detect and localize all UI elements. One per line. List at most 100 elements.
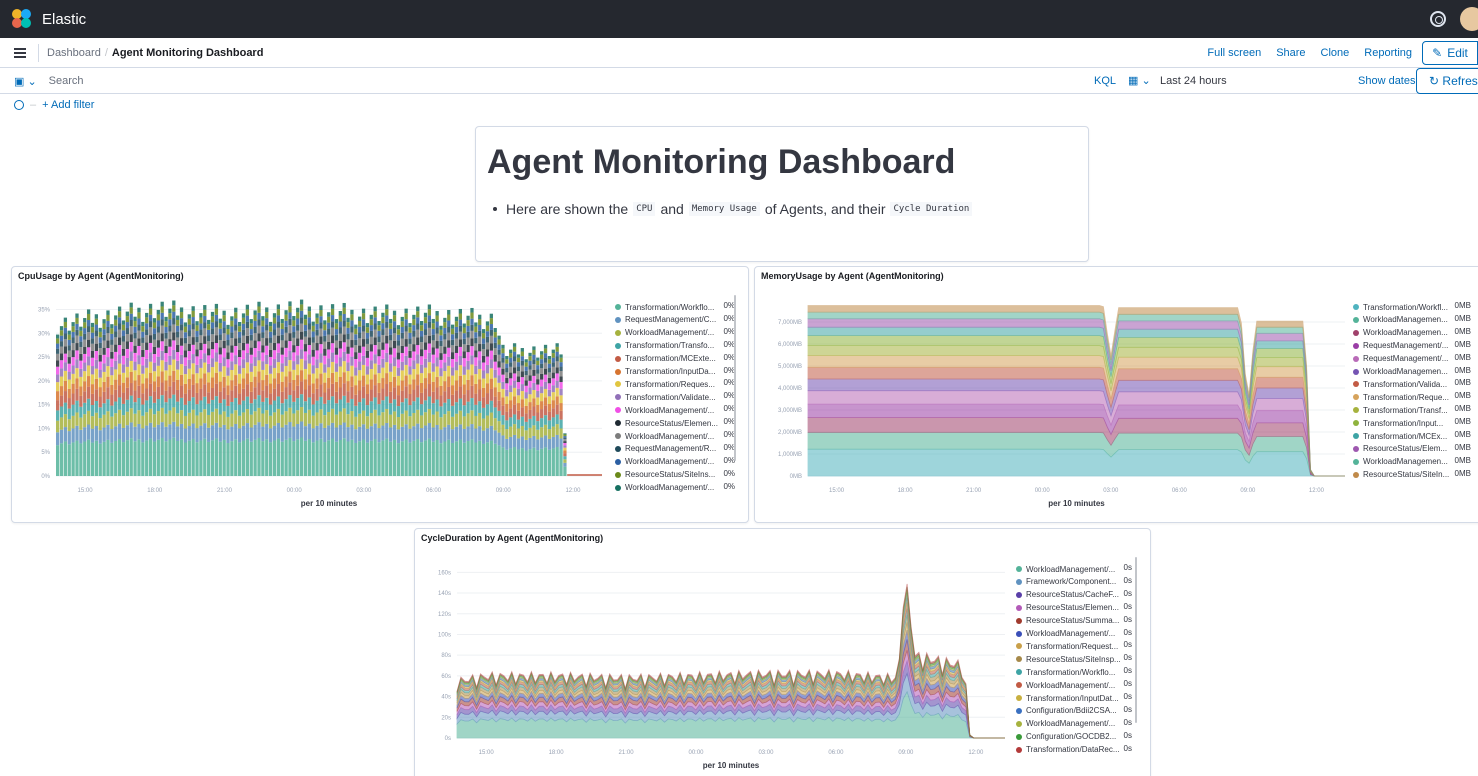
bar-segment bbox=[555, 361, 559, 368]
legend-item[interactable]: WorkloadManagemen... 0MB bbox=[1353, 314, 1471, 326]
legend-item[interactable]: Configuration/GOCDB2... 0s bbox=[1016, 731, 1132, 743]
bar-segment bbox=[354, 359, 358, 368]
legend-item[interactable]: ResourceStatus/CacheF... 0s bbox=[1016, 589, 1132, 601]
legend-item[interactable]: Transformation/Input... 0MB bbox=[1353, 417, 1471, 429]
legend-item[interactable]: WorkloadManagement/... 0s bbox=[1016, 628, 1132, 640]
legend-item[interactable]: Transformation/InputDat... 0s bbox=[1016, 692, 1132, 704]
legend-item[interactable]: ResourceStatus/Elem... 0MB bbox=[1353, 443, 1471, 455]
bar-segment bbox=[218, 427, 222, 442]
legend-item[interactable]: RequestManagement/... 0MB bbox=[1353, 353, 1471, 365]
bar-segment bbox=[462, 374, 466, 385]
share-link[interactable]: Share bbox=[1276, 47, 1305, 59]
bar-segment bbox=[179, 338, 184, 346]
bar-segment bbox=[447, 439, 451, 476]
bar-segment bbox=[412, 325, 416, 331]
legend-item[interactable]: WorkloadManagement/... 0% bbox=[615, 404, 735, 416]
legend-item[interactable]: ResourceStatus/Elemen... 0s bbox=[1016, 602, 1132, 614]
legend-item[interactable]: WorkloadManagement/... 0s bbox=[1016, 718, 1132, 730]
kql-toggle[interactable]: KQL bbox=[1094, 75, 1116, 87]
bar-segment bbox=[125, 387, 129, 400]
legend-item[interactable]: WorkloadManagemen... 0MB bbox=[1353, 327, 1471, 339]
legend-item[interactable]: Transformation/Transf... 0MB bbox=[1353, 404, 1471, 416]
app-title[interactable]: Elastic bbox=[42, 11, 86, 28]
legend-item[interactable]: Transformation/MCEx... 0MB bbox=[1353, 430, 1471, 442]
bar-segment bbox=[416, 311, 420, 318]
legend-label: Transformation/Reques... bbox=[625, 379, 715, 389]
bar-segment bbox=[98, 331, 102, 338]
legend-item[interactable]: RequestManagement/C... 0% bbox=[615, 314, 735, 326]
legend-scrollbar[interactable] bbox=[734, 295, 736, 461]
legend-item[interactable]: WorkloadManagement/... 0% bbox=[615, 456, 735, 468]
breadcrumb-dashboard[interactable]: Dashboard bbox=[47, 47, 101, 59]
add-filter-link[interactable]: + Add filter bbox=[42, 99, 94, 111]
panel-title: MemoryUsage by Agent (AgentMonitoring) bbox=[761, 271, 944, 281]
elastic-logo-icon[interactable] bbox=[12, 9, 32, 29]
y-tick-label: 15% bbox=[38, 403, 51, 409]
calendar-icon[interactable]: ▦ ⌄ bbox=[1128, 74, 1151, 87]
legend-item[interactable]: WorkloadManagemen... 0MB bbox=[1353, 456, 1471, 468]
bar-segment bbox=[528, 402, 532, 410]
reporting-link[interactable]: Reporting bbox=[1364, 47, 1412, 59]
legend-item[interactable]: Transformation/DataRec... 0s bbox=[1016, 744, 1132, 756]
legend-item[interactable]: WorkloadManagement/... 0s bbox=[1016, 679, 1132, 691]
legend-item[interactable]: ResourceStatus/SiteIns... 0% bbox=[615, 469, 735, 481]
bar-segment bbox=[160, 306, 164, 313]
bar-segment bbox=[327, 334, 331, 343]
menu-icon[interactable] bbox=[14, 47, 26, 58]
bar-segment bbox=[547, 356, 552, 360]
legend-scrollbar[interactable] bbox=[1135, 557, 1137, 723]
legend-item[interactable]: Transformation/InputDa... 0% bbox=[615, 366, 735, 378]
legend-item[interactable]: Transformation/Workflo... 0s bbox=[1016, 666, 1132, 678]
search-input[interactable]: Search bbox=[49, 75, 84, 87]
saved-query-icon[interactable]: ▣ ⌄ bbox=[14, 75, 37, 88]
bar-segment bbox=[272, 342, 277, 351]
bar-segment bbox=[164, 321, 168, 327]
x-tick-label: 09:00 bbox=[1240, 488, 1256, 494]
bar-segment bbox=[439, 325, 443, 330]
legend-item[interactable]: Transformation/Workflo... 0% bbox=[615, 301, 735, 313]
bar-segment bbox=[420, 383, 424, 393]
legend-swatch-icon bbox=[1353, 420, 1359, 427]
legend-item[interactable]: WorkloadManagement/... 0% bbox=[615, 327, 735, 339]
legend-item[interactable]: ResourceStatus/SiteIn... 0MB bbox=[1353, 469, 1471, 481]
full-screen-link[interactable]: Full screen bbox=[1207, 47, 1261, 59]
legend-item[interactable]: ResourceStatus/SiteInsp... 0s bbox=[1016, 653, 1132, 665]
clone-link[interactable]: Clone bbox=[1321, 47, 1350, 59]
show-dates-link[interactable]: Show dates bbox=[1358, 75, 1415, 87]
legend-item[interactable]: Transformation/Reque... 0MB bbox=[1353, 391, 1471, 403]
legend-item[interactable]: ResourceStatus/Elemen... 0% bbox=[615, 417, 735, 429]
bar-segment bbox=[257, 407, 261, 423]
legend-item[interactable]: Framework/Component... 0s bbox=[1016, 576, 1132, 588]
filter-options-icon[interactable] bbox=[14, 100, 24, 110]
legend-item[interactable]: WorkloadManagemen... 0MB bbox=[1353, 366, 1471, 378]
bar-segment bbox=[543, 353, 548, 358]
bar-segment bbox=[71, 415, 75, 429]
legend-item[interactable]: WorkloadManagement/... 0% bbox=[615, 430, 735, 442]
refresh-button[interactable]: ↻ Refresh bbox=[1416, 68, 1478, 94]
help-icon[interactable] bbox=[1430, 11, 1446, 27]
legend-item[interactable]: WorkloadManagement/... 0% bbox=[615, 482, 735, 494]
bar-segment bbox=[226, 405, 230, 417]
bar-segment bbox=[489, 425, 493, 441]
legend-item[interactable]: Configuration/Bdii2CSA... 0s bbox=[1016, 705, 1132, 717]
bar-segment bbox=[547, 404, 552, 412]
date-range[interactable]: Last 24 hours bbox=[1160, 75, 1227, 87]
legend-item[interactable]: WorkloadManagement/... 0s bbox=[1016, 563, 1132, 575]
bar-segment bbox=[253, 333, 257, 341]
legend-item[interactable]: Transformation/Transfo... 0% bbox=[615, 340, 735, 352]
legend-item[interactable]: Transformation/Validate... 0% bbox=[615, 391, 735, 403]
user-avatar[interactable] bbox=[1460, 7, 1478, 31]
edit-button[interactable]: ✎ Edit bbox=[1422, 41, 1478, 65]
legend-item[interactable]: RequestManagement/... 0MB bbox=[1353, 340, 1471, 352]
legend-item[interactable]: ResourceStatus/Summa... 0s bbox=[1016, 615, 1132, 627]
bar-segment bbox=[195, 325, 199, 332]
legend-item[interactable]: Transformation/MCExte... 0% bbox=[615, 353, 735, 365]
legend-item[interactable]: Transformation/Workfl... 0MB bbox=[1353, 301, 1471, 313]
legend-item[interactable]: Transformation/Valida... 0MB bbox=[1353, 378, 1471, 390]
legend-item[interactable]: RequestManagement/R... 0% bbox=[615, 443, 735, 455]
bar-segment bbox=[117, 329, 122, 338]
legend-item[interactable]: Transformation/Request... 0s bbox=[1016, 640, 1132, 652]
bar-segment bbox=[311, 321, 315, 326]
legend-item[interactable]: Transformation/Reques... 0% bbox=[615, 378, 735, 390]
y-tick-label: 3,000MB bbox=[778, 408, 802, 414]
